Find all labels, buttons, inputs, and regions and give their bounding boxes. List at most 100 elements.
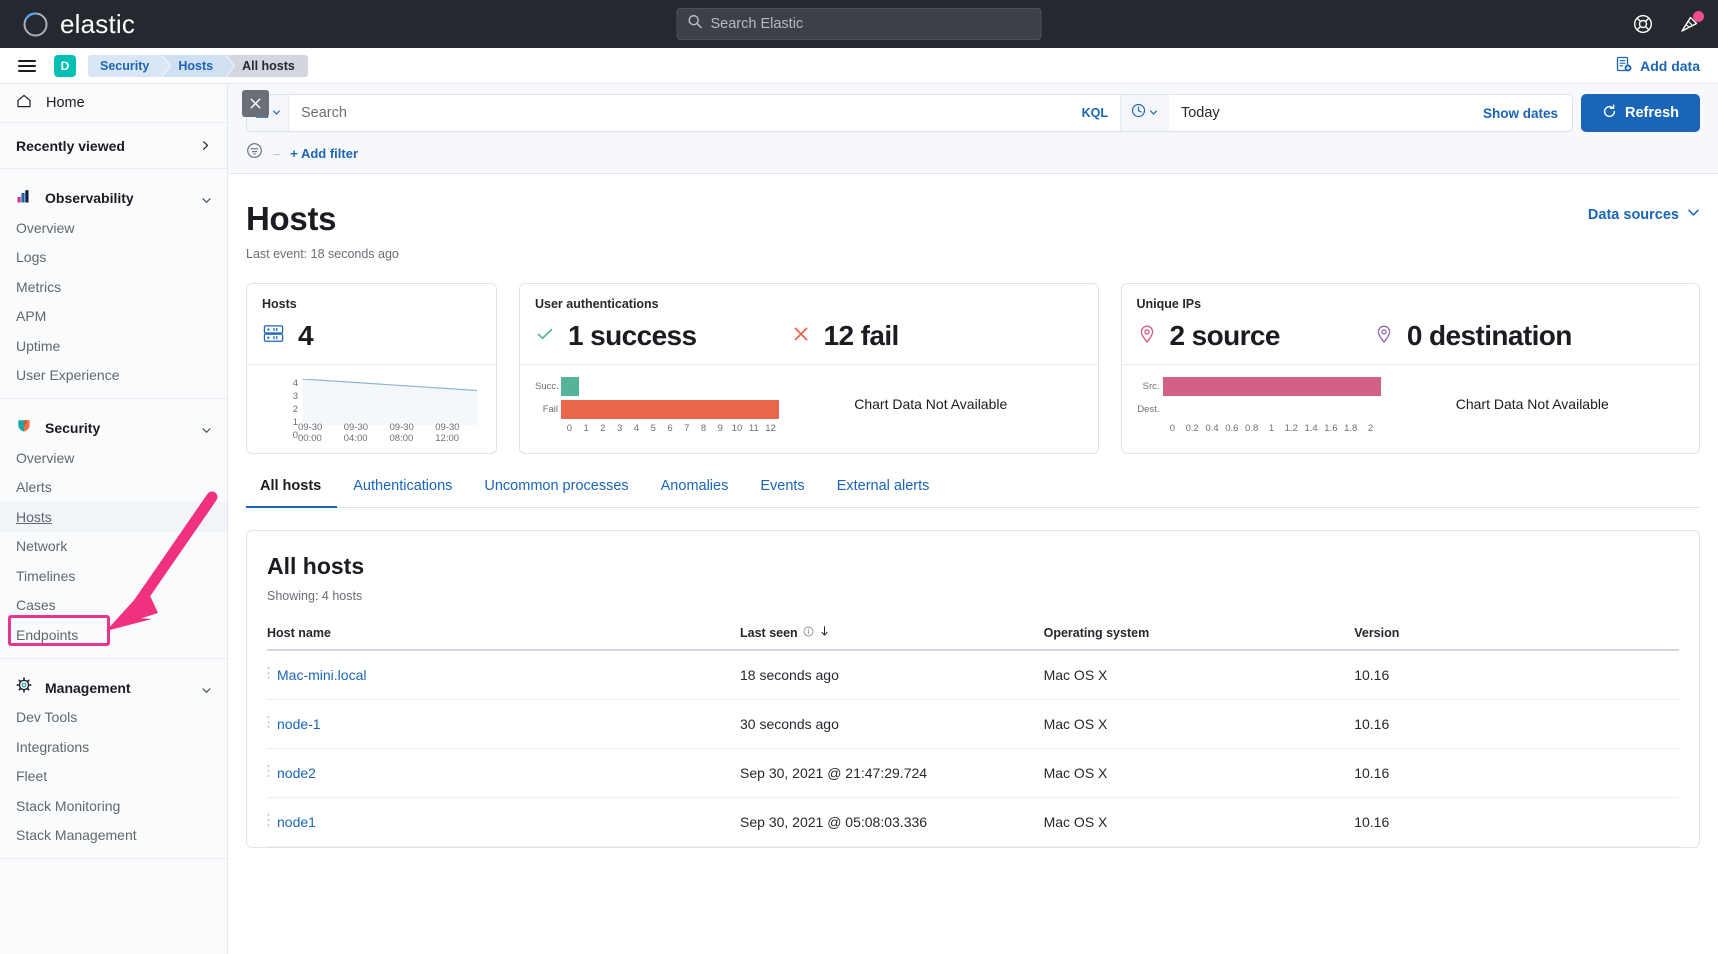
sidebar-item-sec-alerts[interactable]: Alerts [0, 473, 227, 503]
tab-all-hosts[interactable]: All hosts [246, 478, 337, 507]
sidebar-item-home[interactable]: Home [0, 84, 227, 123]
map-pin-icon [1137, 324, 1157, 349]
sidebar-item-obs-metrics[interactable]: Metrics [0, 272, 227, 302]
sidebar-item-obs-user-experience[interactable]: User Experience [0, 361, 227, 391]
chart-unavailable-message: Chart Data Not Available [779, 396, 1083, 412]
announcements-megaphone-icon[interactable] [1679, 14, 1700, 35]
help-lifebuoy-icon[interactable] [1633, 14, 1653, 34]
space-avatar[interactable]: D [54, 55, 76, 77]
x-tick: 11 [745, 423, 762, 434]
query-language-button[interactable]: KQL [1070, 106, 1120, 120]
global-search-placeholder: Search Elastic [711, 16, 804, 32]
sidebar-item-label: Logs [16, 249, 46, 265]
date-range-value[interactable]: Today [1169, 105, 1469, 121]
date-quick-select-button[interactable] [1121, 95, 1169, 131]
sidebar-item-obs-uptime[interactable]: Uptime [0, 331, 227, 361]
cross-icon [791, 324, 811, 349]
gear-icon [16, 677, 32, 698]
drag-handle-icon[interactable] [267, 764, 270, 778]
brand[interactable]: elastic [22, 9, 135, 40]
y-tick: 3 [290, 392, 298, 402]
sidebar-item-sec-network[interactable]: Network [0, 532, 227, 562]
sidebar-item-obs-apm[interactable]: APM [0, 302, 227, 332]
cell-version: 10.16 [1354, 700, 1679, 749]
sidebar-item-mgmt-dev-tools[interactable]: Dev Tools [0, 703, 227, 733]
column-header-operating-system[interactable]: Operating system [1044, 625, 1355, 650]
chart-plot-area: Src. Dest. [1137, 375, 1381, 434]
sidebar-group-header-observability[interactable]: Observability [0, 183, 227, 213]
column-header-version[interactable]: Version [1354, 625, 1679, 650]
global-search-input[interactable]: Search Elastic [677, 8, 1042, 40]
add-data-button[interactable]: Add data [1616, 56, 1700, 75]
sidebar-item-sec-hosts[interactable]: Hosts [0, 502, 227, 532]
sidebar-item-sec-timelines[interactable]: Timelines [0, 561, 227, 591]
drag-handle-icon[interactable] [267, 715, 270, 729]
chevron-down-icon[interactable] [201, 423, 211, 433]
check-icon [535, 324, 555, 349]
sidebar-item-label: Metrics [16, 279, 61, 295]
x-tick: 12 [762, 423, 779, 434]
ips-bar-chart: Src. Dest. [1137, 365, 1685, 443]
host-link[interactable]: Mac-mini.local [277, 667, 366, 683]
sidebar-group-header-security[interactable]: Security [0, 413, 227, 443]
card-user-authentications: User authentications 1 success [519, 283, 1099, 454]
tab-external-alerts[interactable]: External alerts [821, 478, 946, 507]
cell-host-name: Mac-mini.local [267, 650, 740, 700]
column-header-host-name[interactable]: Host name [267, 625, 740, 650]
sort-descending-icon[interactable] [819, 625, 830, 640]
chevron-down-icon [272, 104, 281, 122]
tab-events[interactable]: Events [744, 478, 820, 507]
tab-authentications[interactable]: Authentications [337, 478, 468, 507]
filter-list-icon[interactable] [246, 142, 263, 164]
data-sources-label: Data sources [1588, 207, 1679, 223]
refresh-button[interactable]: Refresh [1581, 94, 1700, 132]
y-tick: 4 [290, 379, 298, 389]
drag-handle-icon[interactable] [267, 813, 270, 827]
host-link[interactable]: node1 [277, 814, 316, 830]
search-input[interactable]: Search [289, 105, 1070, 121]
chevron-down-icon[interactable] [201, 683, 211, 693]
sidebar-item-mgmt-fleet[interactable]: Fleet [0, 762, 227, 792]
sidebar-item-label: Alerts [16, 479, 52, 495]
sidebar-item-mgmt-stack-monitoring[interactable]: Stack Monitoring [0, 791, 227, 821]
sidebar-item-sec-endpoints[interactable]: Endpoints [0, 620, 227, 650]
sidebar-item-obs-logs[interactable]: Logs [0, 243, 227, 273]
tab-uncommon-processes[interactable]: Uncommon processes [468, 478, 644, 507]
card-hosts: Hosts [246, 283, 497, 454]
info-icon[interactable] [803, 626, 814, 640]
breadcrumb-item-security[interactable]: Security [88, 55, 162, 77]
column-header-last-seen[interactable]: Last seen [740, 625, 1044, 650]
sidebar-group-header-management[interactable]: Management [0, 673, 227, 703]
table-row: node2 Sep 30, 2021 @ 21:47:29.724 Mac OS… [267, 749, 1679, 798]
data-sources-button[interactable]: Data sources [1588, 206, 1700, 223]
refresh-icon [1602, 104, 1617, 123]
show-dates-button[interactable]: Show dates [1469, 106, 1572, 121]
sidebar-item-recently-viewed[interactable]: Recently viewed [0, 123, 227, 169]
host-link[interactable]: node2 [277, 765, 316, 781]
breadcrumb-item-hosts[interactable]: Hosts [162, 55, 226, 77]
x-tick: 1.2 [1281, 423, 1301, 434]
drag-handle-icon[interactable] [267, 666, 270, 680]
x-tick: 0.2 [1182, 423, 1202, 434]
chevron-down-icon[interactable] [201, 193, 211, 203]
bar-label: Fail [535, 404, 561, 415]
column-label: Host name [267, 626, 331, 640]
x-tick: 0 [1163, 423, 1183, 434]
hamburger-menu-icon[interactable] [18, 60, 36, 72]
sidebar-item-sec-cases[interactable]: Cases [0, 591, 227, 621]
x-tick: 09-30 12:00 [435, 422, 481, 444]
close-icon[interactable] [242, 90, 269, 117]
sidebar-item-mgmt-integrations[interactable]: Integrations [0, 732, 227, 762]
auth-bar-chart: Succ. Fail [535, 365, 1083, 443]
host-link[interactable]: node-1 [277, 716, 321, 732]
tab-anomalies[interactable]: Anomalies [645, 478, 745, 507]
chart-unavailable-message: Chart Data Not Available [1381, 396, 1685, 412]
y-tick: 2 [290, 405, 298, 415]
sidebar-item-mgmt-stack-management[interactable]: Stack Management [0, 821, 227, 851]
add-filter-button[interactable]: + Add filter [290, 146, 358, 161]
sidebar-item-label: Hosts [16, 509, 52, 525]
bar-row: Fail [535, 398, 779, 421]
sidebar-item-obs-overview[interactable]: Overview [0, 213, 227, 243]
sidebar-item-sec-overview[interactable]: Overview [0, 443, 227, 473]
sidebar-item-label: Network [16, 538, 67, 554]
